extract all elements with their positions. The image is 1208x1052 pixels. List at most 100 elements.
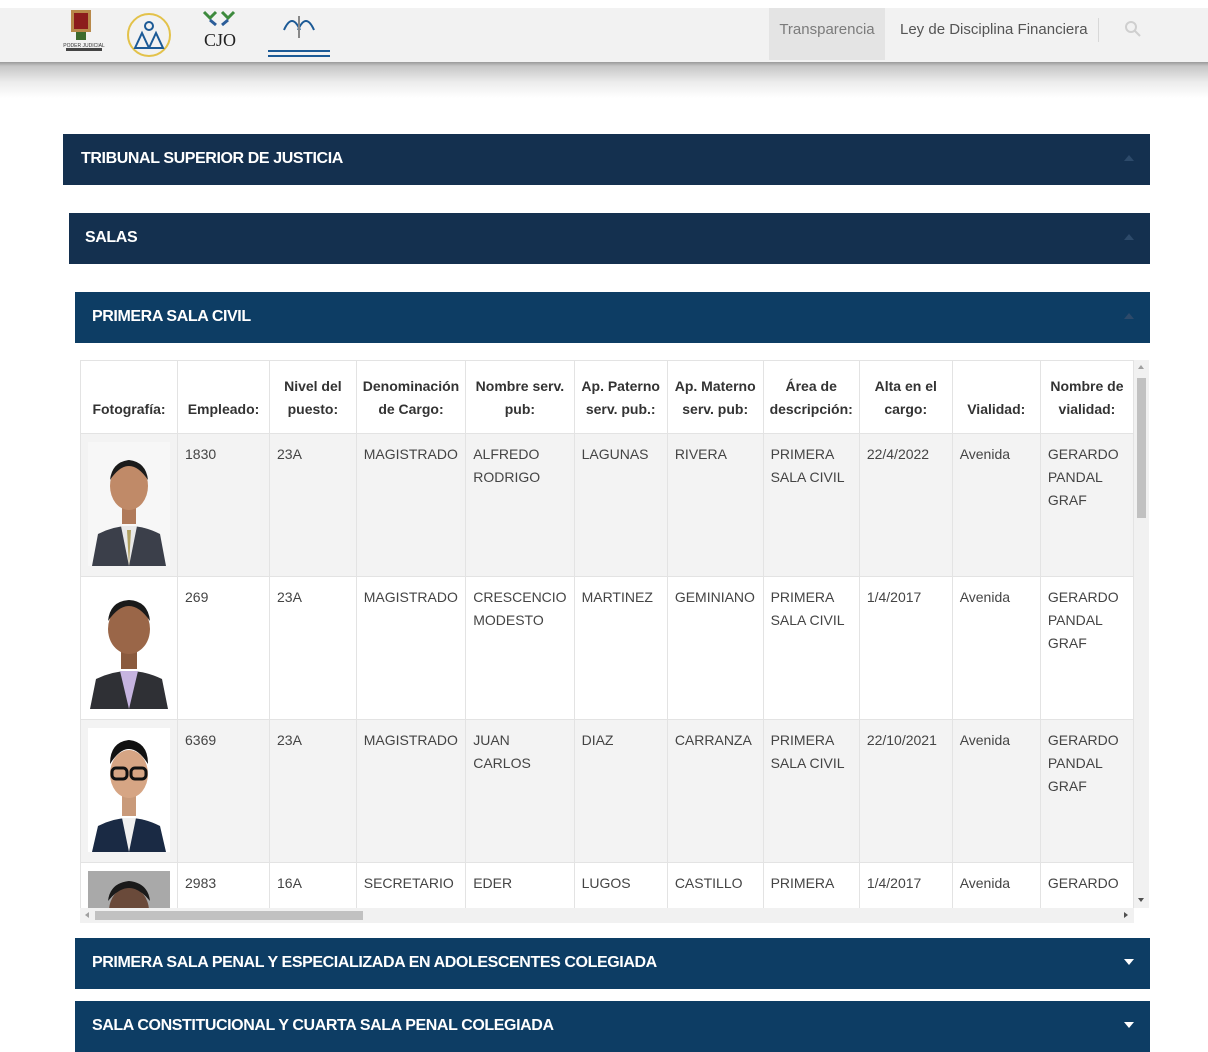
section-title: SALA CONSTITUCIONAL Y CUARTA SALA PENAL … xyxy=(92,1017,554,1034)
cell-paterno: LAGUNAS xyxy=(573,433,668,577)
section-title: PRIMERA SALA CIVIL xyxy=(92,308,251,325)
collapse-arrow-icon xyxy=(1124,155,1134,161)
section-salas[interactable]: SALAS xyxy=(69,213,1150,264)
scroll-right-icon[interactable] xyxy=(1124,912,1128,918)
cell-paterno: MARTINEZ xyxy=(573,576,668,720)
table-row: 1830 23A MAGISTRADO ALFREDO RODRIGO LAGU… xyxy=(80,433,1134,577)
section-sala-constitucional[interactable]: SALA CONSTITUCIONAL Y CUARTA SALA PENAL … xyxy=(75,1001,1150,1052)
section-primera-sala-civil[interactable]: PRIMERA SALA CIVIL xyxy=(75,292,1150,343)
section-primera-sala-penal[interactable]: PRIMERA SALA PENAL Y ESPECIALIZADA EN AD… xyxy=(75,938,1150,989)
col-header[interactable]: Ap. Paterno serv. pub.: xyxy=(573,360,668,434)
cell-nivel: 23A xyxy=(269,719,357,863)
section-title: SALAS xyxy=(85,229,138,246)
employee-photo xyxy=(88,871,170,908)
svg-text:PODER JUDICIAL: PODER JUDICIAL xyxy=(63,43,105,49)
expand-arrow-icon xyxy=(1124,959,1134,965)
table-row: 2983 16A SECRETARIO EDER LUGOS CASTILLO … xyxy=(80,862,1134,908)
col-header[interactable]: Fotografía: xyxy=(80,360,178,434)
cell-area: PRIMERA SALA CIVIL xyxy=(762,719,860,863)
cell-vialidad: Avenida xyxy=(951,719,1041,863)
col-header[interactable]: Nivel del puesto: xyxy=(269,360,357,434)
scroll-left-icon[interactable] xyxy=(85,912,89,918)
derechos-humanos-logo[interactable] xyxy=(262,8,336,60)
cell-vialidad: Avenida xyxy=(951,433,1041,577)
table-scroll-viewport[interactable]: Fotografía: Empleado: Nivel del puesto: … xyxy=(80,360,1134,908)
nav-ley-disciplina[interactable]: Ley de Disciplina Financiera xyxy=(900,8,1088,60)
table-row: 269 23A MAGISTRADO CRESCENCIO MODESTO MA… xyxy=(80,576,1134,720)
expand-arrow-icon xyxy=(1124,1022,1134,1028)
cell-materno: CARRANZA xyxy=(666,719,764,863)
cell-cargo: MAGISTRADO xyxy=(355,576,467,720)
col-header[interactable]: Vialidad: xyxy=(951,360,1041,434)
cell-vialidad: Avenida xyxy=(951,862,1041,908)
svg-text:CJO: CJO xyxy=(204,30,236,50)
collapse-arrow-icon xyxy=(1124,313,1134,319)
employees-table-panel: Fotografía: Empleado: Nivel del puesto: … xyxy=(80,360,1149,927)
col-header[interactable]: Ap. Materno serv. pub: xyxy=(666,360,764,434)
col-header[interactable]: Nombre serv. pub: xyxy=(465,360,575,434)
cell-nivel: 23A xyxy=(269,433,357,577)
cell-cargo: SECRETARIO xyxy=(355,862,467,908)
photo-cell xyxy=(80,862,178,908)
tribunal-emblem-logo[interactable] xyxy=(125,8,173,60)
cell-nombre-vialidad: GERARDO PANDAL GRAF xyxy=(1039,433,1134,577)
col-header[interactable]: Área de descripción: xyxy=(762,360,860,434)
cell-paterno: LUGOS xyxy=(573,862,668,908)
col-header[interactable]: Denominación de Cargo: xyxy=(355,360,467,434)
cell-alta: 1/4/2017 xyxy=(858,576,953,720)
employee-photo xyxy=(88,442,170,566)
cell-nombre: JUAN CARLOS xyxy=(465,719,575,863)
employee-photo xyxy=(88,585,170,709)
cell-alta: 1/4/2017 xyxy=(858,862,953,908)
cell-materno: CASTILLO xyxy=(666,862,764,908)
scroll-down-icon[interactable] xyxy=(1138,898,1144,902)
cell-empleado: 269 xyxy=(176,576,271,720)
col-header[interactable]: Alta en el cargo: xyxy=(858,360,953,434)
cell-nombre: ALFREDO RODRIGO xyxy=(465,433,575,577)
cell-materno: GEMINIANO xyxy=(666,576,764,720)
cell-nombre-vialidad: GERARDO PANDAL GRAF xyxy=(1039,576,1134,720)
cell-nombre-vialidad: GERARDO xyxy=(1039,862,1134,908)
navbar-shadow xyxy=(0,62,1208,98)
nav-divider xyxy=(1098,18,1099,42)
cell-cargo: MAGISTRADO xyxy=(355,719,467,863)
cell-alta: 22/10/2021 xyxy=(858,719,953,863)
section-title: TRIBUNAL SUPERIOR DE JUSTICIA xyxy=(81,150,343,167)
cell-empleado: 1830 xyxy=(176,433,271,577)
cell-area: PRIMERA xyxy=(762,862,860,908)
table-row: 6369 23A MAGISTRADO JUAN CARLOS DIAZ CAR… xyxy=(80,719,1134,863)
cell-nivel: 23A xyxy=(269,576,357,720)
cell-area: PRIMERA SALA CIVIL xyxy=(762,433,860,577)
section-title: PRIMERA SALA PENAL Y ESPECIALIZADA EN AD… xyxy=(92,954,657,971)
cell-alta: 22/4/2022 xyxy=(858,433,953,577)
cell-nombre: EDER xyxy=(465,862,575,908)
cell-nombre: CRESCENCIO MODESTO xyxy=(465,576,575,720)
top-navbar: PODER JUDICIAL CJO Transparencia Ley de … xyxy=(0,0,1208,62)
cjo-logo[interactable]: CJO xyxy=(196,8,246,60)
horizontal-scrollbar[interactable] xyxy=(80,908,1134,923)
cell-cargo: MAGISTRADO xyxy=(355,433,467,577)
cell-materno: RIVERA xyxy=(666,433,764,577)
cell-nivel: 16A xyxy=(269,862,357,908)
cell-empleado: 2983 xyxy=(176,862,271,908)
photo-cell xyxy=(80,433,178,577)
section-tribunal[interactable]: TRIBUNAL SUPERIOR DE JUSTICIA xyxy=(63,134,1150,185)
vertical-scrollbar[interactable] xyxy=(1134,360,1149,908)
nav-transparencia[interactable]: Transparencia xyxy=(769,8,885,60)
col-header[interactable]: Nombre de vialidad: xyxy=(1039,360,1134,434)
employee-photo xyxy=(88,728,170,852)
search-icon[interactable] xyxy=(1124,20,1142,43)
cell-nombre-vialidad: GERARDO PANDAL GRAF xyxy=(1039,719,1134,863)
employees-table: Fotografía: Empleado: Nivel del puesto: … xyxy=(80,360,1134,908)
col-header[interactable]: Empleado: xyxy=(176,360,271,434)
photo-cell xyxy=(80,576,178,720)
collapse-arrow-icon xyxy=(1124,234,1134,240)
scroll-up-icon[interactable] xyxy=(1138,365,1144,369)
cell-empleado: 6369 xyxy=(176,719,271,863)
horizontal-scroll-thumb[interactable] xyxy=(95,911,363,920)
cell-area: PRIMERA SALA CIVIL xyxy=(762,576,860,720)
photo-cell xyxy=(80,719,178,863)
vertical-scroll-thumb[interactable] xyxy=(1137,378,1146,518)
poder-judicial-logo[interactable]: PODER JUDICIAL xyxy=(62,8,106,60)
cell-paterno: DIAZ xyxy=(573,719,668,863)
